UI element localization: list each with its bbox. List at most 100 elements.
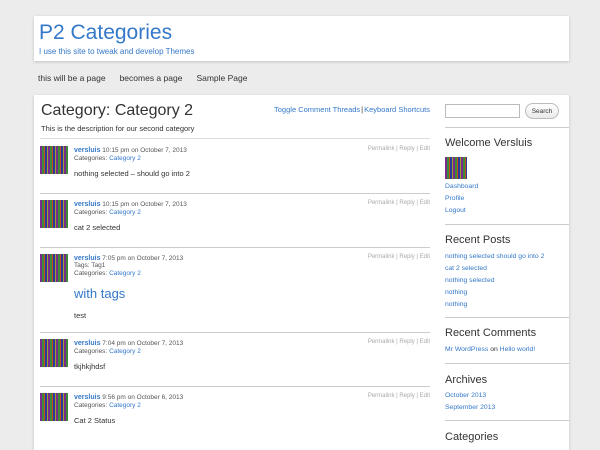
post-author[interactable]: versluis (74, 394, 100, 401)
category-link[interactable]: Category 2 (109, 348, 141, 355)
edit-link[interactable]: Edit (420, 339, 430, 345)
post-on: on (127, 394, 135, 401)
divider (445, 420, 569, 421)
category-title: Category: Category 2 (41, 102, 194, 119)
search-input[interactable] (445, 104, 520, 118)
divider (445, 363, 569, 364)
divider (40, 193, 430, 194)
logout-link[interactable]: Logout (445, 207, 466, 214)
permalink-link[interactable]: Permalink (368, 393, 395, 399)
category-description: This is the description for our second c… (41, 124, 195, 133)
categories-label: Categories: (74, 270, 108, 277)
welcome-heading: Welcome Versluis (445, 137, 533, 149)
edit-link[interactable]: Edit (420, 393, 430, 399)
post-on: on (127, 340, 135, 347)
post-categories: Categories: Category 2 (74, 402, 141, 409)
post-date: October 7, 2013 (140, 201, 187, 208)
post-time: 7:05 pm (102, 255, 126, 262)
post-meta: versluis 9:56 pm on October 6, 2013 (74, 393, 183, 402)
avatar[interactable] (40, 200, 68, 228)
thread-toggles: Toggle Comment Threads|Keyboard Shortcut… (274, 105, 430, 114)
comment-on-text: on (490, 346, 498, 353)
nav-item-page-1[interactable]: this will be a page (38, 73, 106, 83)
edit-link[interactable]: Edit (420, 254, 430, 260)
nav-item-page-2[interactable]: becomes a page (120, 73, 183, 83)
avatar[interactable] (445, 157, 467, 179)
post-body: test (74, 311, 87, 320)
site-title[interactable]: P2 Categories (39, 20, 172, 46)
reply-link[interactable]: Reply (399, 393, 414, 399)
permalink-link[interactable]: Permalink (368, 339, 395, 345)
post-meta: versluis 7:04 pm on October 7, 2013 (74, 339, 183, 348)
archive-link[interactable]: October 2013 (445, 392, 486, 399)
recent-comment-item: Mr WordPress on Hello world! (445, 346, 535, 353)
comment-author-link[interactable]: Mr WordPress (445, 346, 488, 353)
post-tags: Tags: Tag1 (74, 262, 105, 269)
category-link[interactable]: Category 2 (109, 209, 141, 216)
nav-item-sample-page[interactable]: Sample Page (196, 73, 247, 83)
post-author[interactable]: versluis (74, 147, 100, 154)
post-author[interactable]: versluis (74, 255, 100, 262)
tags-label: Tags: (74, 262, 90, 269)
categories-heading: Categories (445, 431, 499, 443)
edit-link[interactable]: Edit (420, 200, 430, 206)
post-on: on (131, 201, 139, 208)
recent-post-link[interactable]: nothing (445, 301, 467, 308)
post-actions: Permalink | Reply | Edit (368, 200, 430, 206)
avatar[interactable] (40, 339, 68, 367)
post-date: October 7, 2013 (136, 255, 184, 262)
permalink-link[interactable]: Permalink (368, 146, 395, 152)
divider (40, 332, 430, 333)
toggle-comment-threads-link[interactable]: Toggle Comment Threads (274, 105, 360, 114)
profile-link[interactable]: Profile (445, 195, 464, 202)
post-categories: Categories: Category 2 (74, 155, 141, 162)
post-title[interactable]: with tags (74, 286, 125, 301)
archives-heading: Archives (445, 374, 488, 386)
site-header: P2 Categories I use this site to tweak a… (34, 16, 569, 61)
post-time: 10:15 pm (102, 201, 130, 208)
archive-link[interactable]: September 2013 (445, 404, 495, 411)
reply-link[interactable]: Reply (399, 339, 414, 345)
recent-posts-heading: Recent Posts (445, 234, 511, 246)
post-date: October 7, 2013 (140, 147, 187, 154)
reply-link[interactable]: Reply (399, 254, 414, 260)
main-nav: this will be a page becomes a page Sampl… (38, 73, 247, 83)
permalink-link[interactable]: Permalink (368, 254, 395, 260)
keyboard-shortcuts-link[interactable]: Keyboard Shortcuts (364, 105, 430, 114)
categories-label: Categories: (74, 209, 108, 216)
recent-post-link[interactable]: nothing selected should go into 2 (445, 253, 544, 260)
post-time: 7:04 pm (102, 340, 126, 347)
avatar[interactable] (40, 146, 68, 174)
post-categories: Categories: Category 2 (74, 270, 141, 277)
divider (40, 247, 430, 248)
categories-label: Categories: (74, 348, 108, 355)
post-meta: versluis 10:15 pm on October 7, 2013 (74, 146, 187, 155)
category-link[interactable]: Category 2 (109, 402, 141, 409)
search-button[interactable]: Search (525, 103, 559, 119)
reply-link[interactable]: Reply (399, 146, 414, 152)
category-link[interactable]: Category 2 (109, 155, 141, 162)
reply-link[interactable]: Reply (399, 200, 414, 206)
comment-post-link[interactable]: Hello world! (500, 346, 536, 353)
permalink-link[interactable]: Permalink (368, 200, 395, 206)
post-author[interactable]: versluis (74, 340, 100, 347)
avatar[interactable] (40, 393, 68, 421)
dashboard-link[interactable]: Dashboard (445, 183, 478, 190)
recent-post-link[interactable]: nothing (445, 289, 467, 296)
recent-comments-heading: Recent Comments (445, 327, 537, 339)
post-author[interactable]: versluis (74, 201, 100, 208)
category-link[interactable]: Category 2 (109, 270, 141, 277)
divider (445, 127, 569, 128)
post-body: cat 2 selected (74, 223, 121, 232)
post-date: October 6, 2013 (136, 394, 184, 401)
edit-link[interactable]: Edit (420, 146, 430, 152)
categories-label: Categories: (74, 402, 108, 409)
post-body: Cat 2 Status (74, 416, 116, 425)
avatar[interactable] (40, 254, 68, 282)
post-meta: versluis 10:15 pm on October 7, 2013 (74, 200, 187, 209)
content-area: Category: Category 2 Toggle Comment Thre… (40, 95, 430, 450)
divider (445, 317, 569, 318)
recent-post-link[interactable]: cat 2 selected (445, 265, 487, 272)
recent-post-link[interactable]: nothing selected (445, 277, 495, 284)
post-actions: Permalink | Reply | Edit (368, 393, 430, 399)
